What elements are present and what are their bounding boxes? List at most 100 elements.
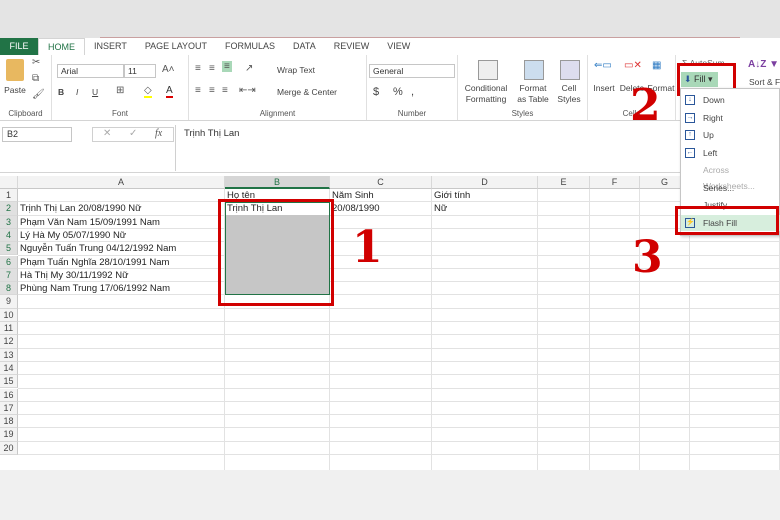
conditional-formatting-icon	[478, 60, 498, 80]
cancel-icon[interactable]: ✕	[103, 128, 111, 139]
orientation-icon[interactable]: ↗	[245, 63, 253, 74]
cell-a7[interactable]: Hà Thị My 30/11/1992 Nữ	[18, 269, 128, 282]
row-gridline	[18, 440, 780, 442]
row-gridline	[18, 414, 780, 416]
sort-filter-button[interactable]: Sort & Filter	[749, 77, 780, 88]
name-box[interactable]: B2	[2, 127, 72, 142]
column-header-d[interactable]: D	[432, 176, 538, 189]
font-size-select[interactable]: 11	[124, 64, 156, 78]
tab-view[interactable]: VIEW	[378, 38, 419, 55]
menu-item-label: Down	[703, 95, 725, 105]
row-header-16[interactable]: 16	[0, 388, 18, 402]
menu-item-series[interactable]: Series...	[681, 180, 780, 196]
cell-c2[interactable]: 20/08/1990	[330, 202, 380, 215]
align-top-icon[interactable]: ≡	[195, 63, 201, 74]
row-gridline	[18, 400, 780, 402]
tab-page-layout[interactable]: PAGE LAYOUT	[136, 38, 216, 55]
conditional-formatting-button[interactable]: Conditional Formatting	[460, 83, 512, 105]
font-color-icon[interactable]: A	[166, 85, 173, 98]
sort-filter-icon[interactable]: A↓Z ▼	[748, 59, 779, 70]
clipboard-group: Paste ✂ ⧉ 🖌 Clipboard	[0, 55, 52, 120]
row-header-6[interactable]: 6	[0, 255, 18, 269]
italic-button[interactable]: I	[76, 87, 78, 98]
cell-d2[interactable]: Nữ	[432, 202, 447, 215]
format-painter-icon[interactable]: 🖌	[32, 89, 45, 100]
tab-review[interactable]: REVIEW	[325, 38, 379, 55]
bold-button[interactable]: B	[58, 87, 64, 98]
menu-item-down[interactable]: ↓ Down	[681, 92, 780, 108]
column-header-c[interactable]: C	[330, 176, 432, 189]
align-left-icon[interactable]: ≡	[195, 85, 201, 96]
copy-icon[interactable]: ⧉	[32, 73, 39, 84]
column-header-a[interactable]: A	[18, 176, 225, 189]
cell-a3[interactable]: Phạm Văn Nam 15/09/1991 Nam	[18, 216, 160, 229]
row-header-8[interactable]: 8	[0, 282, 18, 296]
select-all-corner[interactable]	[0, 176, 18, 189]
enter-icon[interactable]: ✓	[129, 128, 137, 139]
fill-color-icon[interactable]: ◇	[144, 85, 152, 98]
tab-data[interactable]: DATA	[284, 38, 325, 55]
row-header-9[interactable]: 9	[0, 295, 18, 309]
tab-home[interactable]: HOME	[38, 38, 85, 55]
row-header-17[interactable]: 17	[0, 401, 18, 416]
percent-button[interactable]: %	[393, 87, 403, 98]
tab-file[interactable]: FILE	[0, 38, 38, 55]
row-gridline	[18, 307, 780, 309]
merge-center-button[interactable]: Merge & Center	[277, 87, 337, 98]
align-middle-icon[interactable]: ≡	[209, 63, 215, 74]
row-header-12[interactable]: 12	[0, 335, 18, 349]
font-label: Font	[111, 109, 128, 118]
column-header-b[interactable]: B	[225, 176, 330, 189]
cell-a8[interactable]: Phùng Nam Trung 17/06/1992 Nam	[18, 282, 170, 295]
menu-item-up[interactable]: ↑ Up	[681, 127, 780, 143]
number-format-select[interactable]: General	[369, 64, 455, 78]
row-header-1[interactable]: 1	[0, 189, 18, 203]
row-header-4[interactable]: 4	[0, 228, 18, 243]
column-header-f[interactable]: F	[590, 176, 640, 189]
column-header-e[interactable]: E	[538, 176, 590, 189]
cell-a6[interactable]: Phạm Tuấn Nghĩa 28/10/1991 Nam	[18, 256, 169, 269]
row-header-13[interactable]: 13	[0, 348, 18, 362]
row-header-19[interactable]: 19	[0, 428, 18, 442]
styles-group: Conditional Formatting Format as Table C…	[458, 55, 588, 120]
underline-button[interactable]: U	[92, 87, 98, 98]
font-name-select[interactable]: Arial	[57, 64, 124, 78]
row-header-10[interactable]: 10	[0, 308, 18, 322]
grow-font-icon[interactable]: A˄	[162, 64, 175, 75]
cell-a2[interactable]: Trịnh Thị Lan 20/08/1990 Nữ	[18, 202, 142, 215]
menu-item-left[interactable]: ← Left	[681, 145, 780, 161]
insert-function-icon[interactable]: fx	[155, 128, 162, 139]
align-center-icon[interactable]: ≡	[209, 85, 215, 96]
row-header-20[interactable]: 20	[0, 441, 18, 455]
indent-icon[interactable]: ⇤⇥	[239, 85, 256, 96]
cell-a5[interactable]: Nguyễn Tuấn Trung 04/12/1992 Nam	[18, 242, 176, 255]
spreadsheet-grid[interactable]: ABCDEFGH1234567891011121314151617181920H…	[0, 176, 780, 470]
row-header-18[interactable]: 18	[0, 415, 18, 429]
row-header-2[interactable]: 2	[0, 202, 18, 216]
menu-item-right[interactable]: → Right	[681, 110, 780, 126]
cell-d1[interactable]: Giới tính	[432, 189, 470, 202]
cell-a4[interactable]: Lý Hà My 05/07/1990 Nữ	[18, 229, 126, 242]
row-header-5[interactable]: 5	[0, 242, 18, 256]
cut-icon[interactable]: ✂	[32, 57, 40, 68]
insert-button[interactable]: Insert	[590, 83, 618, 94]
annotation-number-1: 1	[352, 222, 383, 273]
format-as-table-button[interactable]: Format as Table	[514, 83, 552, 105]
cell-c1[interactable]: Năm Sinh	[330, 189, 374, 202]
comma-button[interactable]: ,	[411, 87, 414, 98]
row-header-7[interactable]: 7	[0, 268, 18, 283]
row-header-14[interactable]: 14	[0, 361, 18, 376]
tab-formulas[interactable]: FORMULAS	[216, 38, 284, 55]
wrap-text-button[interactable]: Wrap Text	[277, 65, 315, 76]
align-bottom-icon[interactable]: ≡	[222, 61, 232, 72]
align-right-icon[interactable]: ≡	[222, 85, 228, 96]
paste-button[interactable]: Paste	[2, 85, 28, 96]
row-header-11[interactable]: 11	[0, 322, 18, 336]
row-header-3[interactable]: 3	[0, 215, 18, 229]
tab-insert[interactable]: INSERT	[85, 38, 136, 55]
cell-styles-button[interactable]: Cell Styles	[554, 83, 584, 105]
borders-icon[interactable]: ⊞	[116, 85, 124, 96]
currency-button[interactable]: $	[373, 87, 379, 98]
row-header-15[interactable]: 15	[0, 375, 18, 389]
row-gridline	[18, 321, 780, 322]
